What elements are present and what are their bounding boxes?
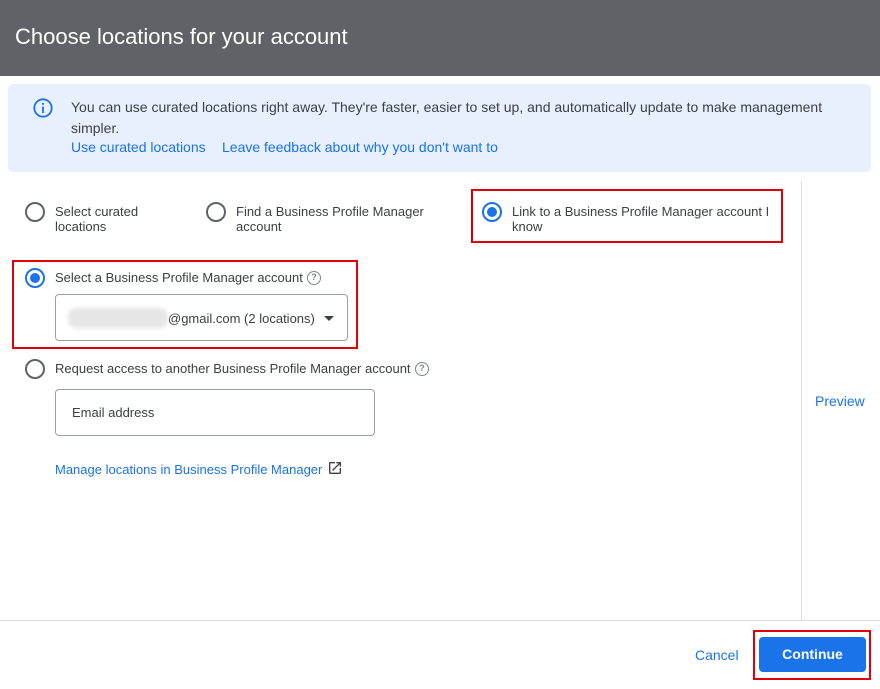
chevron-down-icon [324, 316, 334, 321]
radio-select-curated-label: Select curated locations [55, 204, 139, 234]
help-icon[interactable]: ? [415, 362, 429, 376]
info-banner: You can use curated locations right away… [8, 84, 871, 172]
info-icon [33, 98, 53, 118]
radio-link-account[interactable] [482, 202, 502, 222]
footer-divider [0, 620, 880, 621]
banner-text: You can use curated locations right away… [71, 99, 823, 136]
open-in-new-icon[interactable] [327, 460, 343, 476]
preview-button[interactable]: Preview [815, 393, 865, 409]
radio-select-curated[interactable] [25, 202, 45, 222]
help-icon[interactable]: ? [307, 271, 321, 285]
redacted-email-blur [68, 308, 168, 328]
email-address-input[interactable] [55, 389, 375, 436]
radio-request-access-label: Request access to another Business Profi… [55, 361, 411, 376]
radio-link-account-label: Link to a Business Profile Manager accou… [512, 204, 770, 234]
radio-request-access[interactable] [25, 359, 45, 379]
radio-find-account[interactable] [206, 202, 226, 222]
account-select[interactable]: @gmail.com (2 locations) [55, 294, 348, 341]
radio-find-account-label: Find a Business Profile Manager account [236, 204, 424, 234]
dialog-header: Choose locations for your account [0, 0, 880, 76]
radio-select-account[interactable] [25, 268, 45, 288]
continue-button[interactable]: Continue [759, 637, 866, 672]
preview-divider [801, 181, 802, 621]
use-curated-link[interactable]: Use curated locations [71, 139, 206, 155]
radio-select-account-label: Select a Business Profile Manager accoun… [55, 270, 303, 285]
cancel-button[interactable]: Cancel [695, 647, 739, 663]
manage-locations-link[interactable]: Manage locations in Business Profile Man… [55, 462, 322, 477]
account-select-value: @gmail.com (2 locations) [168, 311, 315, 326]
dialog-title: Choose locations for your account [15, 24, 348, 49]
leave-feedback-link[interactable]: Leave feedback about why you don't want … [222, 139, 498, 155]
